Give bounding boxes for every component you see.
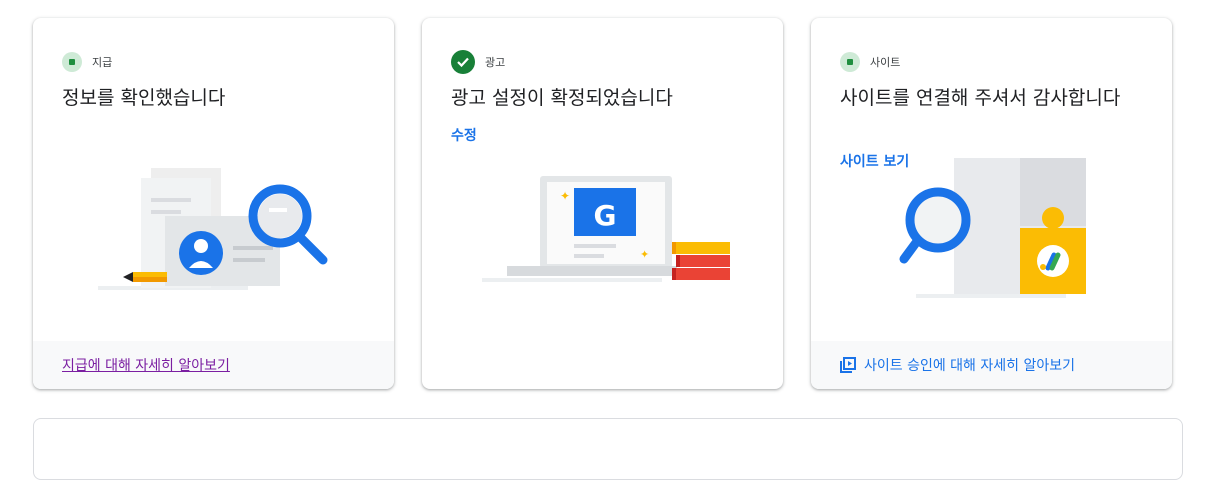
pending-status-icon bbox=[62, 52, 82, 72]
site-connection-illustration bbox=[899, 158, 1086, 298]
ads-tag-label: 광고 bbox=[485, 56, 506, 69]
google-g-logo: G bbox=[594, 199, 617, 232]
svg-text:✦: ✦ bbox=[560, 189, 570, 203]
sites-card-footer: 사이트 승인에 대해 자세히 알아보기 bbox=[811, 341, 1172, 389]
identity-verification-illustration bbox=[98, 168, 328, 290]
check-circle-icon bbox=[451, 50, 475, 74]
sites-card: 사이트 사이트를 연결해 주셔서 감사합니다 사이트 보기 사이트 승인에 대해… bbox=[811, 18, 1172, 389]
video-library-icon bbox=[840, 357, 856, 373]
payments-card-footer: 지급에 대해 자세히 알아보기 bbox=[33, 341, 394, 389]
ad-settings-illustration: G ✦ ✦ bbox=[482, 176, 730, 282]
sites-card-title: 사이트를 연결해 주셔서 감사합니다 bbox=[840, 87, 1121, 109]
ads-status-tag: 광고 bbox=[451, 50, 506, 74]
ads-card: 광고 광고 설정이 확정되었습니다 수정 G ✦ ✦ bbox=[422, 18, 783, 389]
edit-link[interactable]: 수정 bbox=[451, 125, 477, 145]
learn-about-payments-link[interactable]: 지급에 대해 자세히 알아보기 bbox=[62, 355, 230, 375]
svg-text:✦: ✦ bbox=[640, 248, 649, 261]
ads-card-title: 광고 설정이 확정되었습니다 bbox=[451, 87, 673, 109]
pending-status-icon bbox=[840, 52, 860, 72]
payments-tag-label: 지급 bbox=[92, 56, 113, 69]
sites-status-tag: 사이트 bbox=[840, 52, 900, 72]
payments-status-tag: 지급 bbox=[62, 52, 112, 72]
sites-tag-label: 사이트 bbox=[870, 56, 901, 69]
learn-about-site-approval-label: 사이트 승인에 대해 자세히 알아보기 bbox=[864, 358, 1075, 374]
payments-card-title: 정보를 확인했습니다 bbox=[62, 87, 226, 109]
payments-card: 지급 정보를 확인했습니다 지급에 대해 자세히 알아보기 bbox=[33, 18, 394, 389]
next-section-card bbox=[33, 418, 1183, 480]
learn-about-site-approval-link[interactable]: 사이트 승인에 대해 자세히 알아보기 bbox=[840, 355, 1075, 375]
